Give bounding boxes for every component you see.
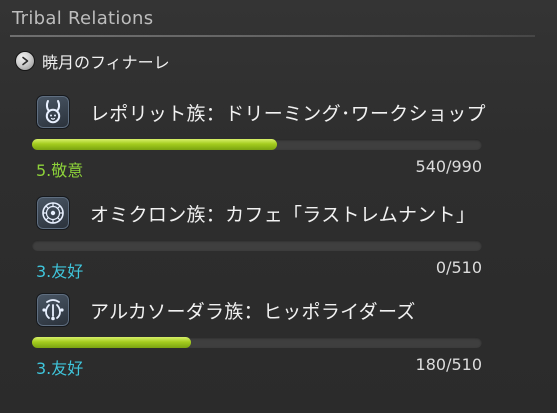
reputation-progress-bar [32, 337, 482, 348]
expansion-section-toggle[interactable]: 暁月のフィナーレ [15, 49, 170, 73]
tribe-entry-omicron[interactable]: オミクロン族：カフェ「ラストレムナント」 3.友好 0/510 [32, 196, 482, 281]
tribe-name: レポリット族：ドリーミング･ワークショップ [90, 103, 486, 125]
chevron-right-icon[interactable] [15, 51, 35, 71]
tribal-relations-panel: Tribal Relations 暁月のフィナーレ レポリット族：ドリーミング･… [0, 0, 557, 413]
panel-title: Tribal Relations [12, 8, 154, 29]
title-divider [10, 35, 535, 37]
reputation-rank: 3.友好 [36, 262, 84, 281]
reputation-progress-value: 180/510 [415, 355, 482, 374]
expansion-section-label: 暁月のフィナーレ [42, 53, 170, 72]
flower-gear-icon [36, 196, 70, 230]
reputation-rank: 3.友好 [36, 359, 84, 378]
reputation-rank: 5.敬意 [36, 161, 84, 180]
tribe-entry-loporrit[interactable]: レポリット族：ドリーミング･ワークショップ 5.敬意 540/990 [32, 95, 486, 180]
tribe-entry-arkasodara[interactable]: アルカソーダラ族：ヒッポライダーズ 3.友好 180/510 [32, 293, 482, 378]
tentacle-icon [36, 293, 70, 327]
tribe-name: アルカソーダラ族：ヒッポライダーズ [90, 301, 416, 323]
rabbit-icon [36, 95, 70, 129]
reputation-progress-value: 0/510 [435, 258, 482, 277]
reputation-progress-bar [32, 240, 482, 251]
reputation-progress-value: 540/990 [415, 157, 482, 176]
tribe-name: オミクロン族：カフェ「ラストレムナント」 [90, 204, 476, 226]
reputation-progress-bar [32, 139, 482, 150]
reputation-progress-fill [32, 337, 191, 348]
reputation-progress-fill [32, 139, 278, 150]
